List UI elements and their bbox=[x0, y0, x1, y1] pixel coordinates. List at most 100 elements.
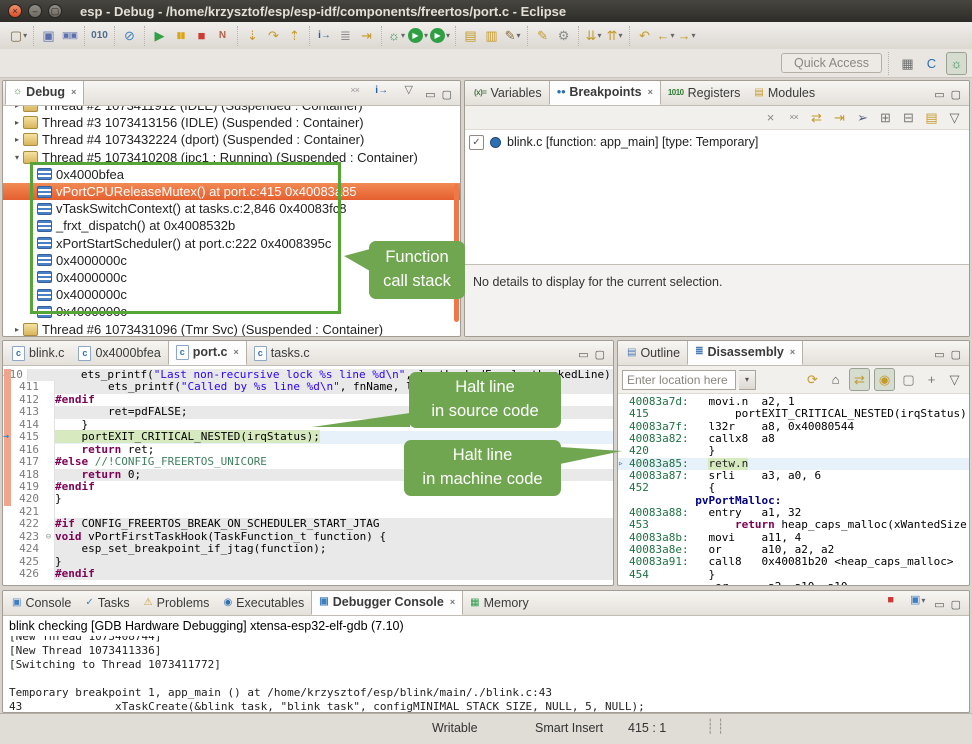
quick-access-button[interactable]: Quick Access bbox=[781, 53, 882, 73]
step-filters-icon[interactable]: ⇥ bbox=[357, 25, 376, 46]
run-icon[interactable]: ▶▾ bbox=[408, 25, 428, 46]
stack-frame[interactable]: vTaskSwitchContext() at tasks.c:2,846 0x… bbox=[3, 200, 460, 217]
expand-arrow-icon[interactable]: ▸ bbox=[11, 118, 23, 127]
stack-frame[interactable]: 0x4000bfea bbox=[3, 166, 460, 183]
view-menu-icon[interactable]: ▽ bbox=[945, 107, 964, 128]
search-icon[interactable]: ✎▾ bbox=[503, 25, 522, 46]
disassembly-listing[interactable]: 40083a7d: movi.n a2, 1415 portEXIT_CRITI… bbox=[618, 394, 969, 585]
display-selected-console-icon[interactable]: ▣▾ bbox=[908, 590, 927, 611]
open-new-view-icon[interactable]: ▢ bbox=[899, 369, 918, 390]
step-into-icon[interactable]: ⇣ bbox=[243, 25, 262, 46]
expand-arrow-icon[interactable]: ▸ bbox=[11, 325, 23, 334]
link-with-debug-view-icon[interactable]: ⇄ bbox=[807, 107, 826, 128]
breakpoints-list[interactable]: ✓ blink.c [function: app_main] [type: Te… bbox=[465, 130, 969, 264]
close-tab-icon[interactable]: × bbox=[648, 87, 653, 97]
back-to-last-edit-icon[interactable]: ↶ bbox=[635, 25, 654, 46]
console-output[interactable]: [New Thread 1073408744][New Thread 10734… bbox=[3, 636, 969, 712]
breakpoint-checkbox[interactable]: ✓ bbox=[469, 135, 484, 150]
stack-frame[interactable]: 0x4000000c bbox=[3, 303, 460, 320]
code-line[interactable]: 420} bbox=[3, 493, 613, 505]
remove-all-breakpoints-icon[interactable]: ×× bbox=[784, 107, 803, 128]
minimize-icon[interactable]: ▭ bbox=[578, 350, 588, 361]
maximize-icon[interactable]: ▢ bbox=[951, 600, 961, 611]
debug-configurations-icon[interactable]: ☼▾ bbox=[387, 25, 406, 46]
go-to-last-position-icon[interactable]: ⇈▾ bbox=[605, 25, 624, 46]
disconnect-icon[interactable]: N bbox=[213, 25, 232, 46]
tab-0x4000bfea[interactable]: c0x4000bfea bbox=[71, 341, 167, 365]
stack-frame[interactable]: xPortStartScheduler() at port.c:222 0x40… bbox=[3, 235, 460, 252]
sync-with-stack-frame-icon[interactable]: ⇄ bbox=[849, 368, 870, 391]
disasm-line[interactable]: 420 } bbox=[618, 445, 969, 457]
forward-icon[interactable]: →▾ bbox=[677, 25, 696, 46]
stack-frame[interactable]: vPortCPUReleaseMutex() at port.c:415 0x4… bbox=[3, 183, 460, 200]
expand-all-icon[interactable]: ⊞ bbox=[876, 107, 895, 128]
stack-frame[interactable]: 0x4000000c bbox=[3, 286, 460, 303]
go-to-file-for-breakpoint-icon[interactable]: ⇥ bbox=[830, 107, 849, 128]
open-type-icon[interactable]: ▤ bbox=[461, 25, 480, 46]
resume-icon[interactable]: ▶ bbox=[150, 25, 169, 46]
collapse-all-icon[interactable]: ⊟ bbox=[899, 107, 918, 128]
tab-debug[interactable]: ☼Debug× bbox=[5, 80, 84, 105]
close-tab-icon[interactable]: × bbox=[790, 347, 795, 357]
code-line[interactable]: 419#endif bbox=[3, 481, 613, 493]
minimize-icon[interactable]: ▭ bbox=[934, 90, 944, 101]
disasm-line[interactable]: 452 { bbox=[618, 482, 969, 494]
disasm-line[interactable]: 40083a91: call8 0x40081b20 <heap_caps_ma… bbox=[618, 556, 969, 568]
expand-arrow-icon[interactable]: ▾ bbox=[11, 153, 23, 162]
tab-tasks-c[interactable]: ctasks.c bbox=[247, 341, 317, 365]
skip-all-breakpoints-view-icon[interactable]: ➢ bbox=[853, 107, 872, 128]
stack-frame[interactable]: 0x4000000c bbox=[3, 269, 460, 286]
code-line[interactable]: 426#endif bbox=[3, 568, 613, 580]
code-line[interactable]: 424 esp_set_breakpoint_if_jtag(function)… bbox=[3, 543, 613, 555]
step-return-icon[interactable]: ⇡ bbox=[285, 25, 304, 46]
pin-icon[interactable]: + bbox=[922, 369, 941, 390]
window-maximize-icon[interactable]: ▢ bbox=[48, 4, 62, 18]
maximize-icon[interactable]: ▢ bbox=[595, 350, 605, 361]
tab-variables[interactable]: (x)=Variables bbox=[467, 81, 549, 105]
fold-icon[interactable]: ⊖ bbox=[43, 531, 55, 543]
instruction-stepping-icon[interactable]: i→ bbox=[315, 25, 334, 46]
tab-breakpoints[interactable]: ●●Breakpoints× bbox=[549, 80, 661, 105]
disasm-line[interactable]: 453 return heap_caps_malloc(xWantedSize bbox=[618, 519, 969, 531]
tab-console[interactable]: ▣Console bbox=[5, 591, 78, 615]
terminate-icon[interactable]: ■ bbox=[192, 25, 211, 46]
maximize-icon[interactable]: ▢ bbox=[951, 90, 961, 101]
save-all-icon[interactable]: ▣▣ bbox=[60, 25, 79, 46]
last-edit-location-icon[interactable]: ⇊▾ bbox=[584, 25, 603, 46]
disasm-line[interactable]: 415 portEXIT_CRITICAL_NESTED(irqStatus) bbox=[618, 408, 969, 420]
tab-port-c[interactable]: cport.c× bbox=[168, 340, 247, 365]
remove-selected-breakpoints-icon[interactable]: × bbox=[761, 107, 780, 128]
open-resource-icon[interactable]: ▥ bbox=[482, 25, 501, 46]
cpp-perspective-icon[interactable]: C bbox=[922, 53, 941, 74]
home-icon[interactable]: ⌂ bbox=[826, 369, 845, 390]
close-tab-icon[interactable]: × bbox=[234, 347, 239, 357]
source-editor[interactable]: 410 ets_printf("Last non-recursive lock … bbox=[3, 366, 613, 585]
debug-launch-tree[interactable]: ▸Thread #2 1073411912 (IDLE) (Suspended … bbox=[3, 106, 460, 336]
close-tab-icon[interactable]: × bbox=[450, 597, 455, 607]
tab-outline[interactable]: ▤Outline bbox=[620, 341, 687, 365]
trace-control-icon[interactable]: ≣ bbox=[336, 25, 355, 46]
thread-row[interactable]: ▸Thread #6 1073431096 (Tmr Svc) (Suspend… bbox=[3, 320, 460, 336]
stack-frame[interactable]: 0x4000000c bbox=[3, 252, 460, 269]
expand-arrow-icon[interactable]: ▸ bbox=[11, 135, 23, 144]
tab-modules[interactable]: ▤Modules bbox=[747, 81, 822, 105]
terminate-console-icon[interactable]: ■ bbox=[881, 590, 900, 611]
remove-all-terminated-icon[interactable]: ×× bbox=[345, 80, 364, 101]
code-line[interactable]: 413 ret=pdFALSE; bbox=[3, 406, 613, 418]
view-menu-icon[interactable]: ▽ bbox=[945, 369, 964, 390]
binary-file-viewer-icon[interactable]: 010 bbox=[90, 25, 109, 46]
tab-memory[interactable]: ▦Memory bbox=[463, 591, 536, 615]
tab-problems[interactable]: ⚠Problems bbox=[137, 591, 217, 615]
back-icon[interactable]: ←▾ bbox=[656, 25, 675, 46]
expand-arrow-icon[interactable]: ▸ bbox=[11, 106, 23, 110]
debug-scrollbar[interactable] bbox=[454, 184, 459, 322]
suspend-icon[interactable]: ▮▮ bbox=[171, 25, 190, 46]
maximize-icon[interactable]: ▢ bbox=[442, 90, 452, 101]
stack-frame[interactable]: _frxt_dispatch() at 0x4008532b bbox=[3, 217, 460, 234]
open-perspective-icon[interactable]: ▦ bbox=[898, 53, 917, 74]
skip-all-breakpoints-icon[interactable]: ⊘ bbox=[120, 25, 139, 46]
build-all-icon[interactable]: ⚙ bbox=[554, 25, 573, 46]
instruction-stepping-mode-icon[interactable]: i→ bbox=[372, 80, 391, 101]
show-source-icon[interactable]: ◉ bbox=[874, 368, 895, 391]
tab-debugger-console[interactable]: ▣Debugger Console× bbox=[311, 590, 463, 615]
